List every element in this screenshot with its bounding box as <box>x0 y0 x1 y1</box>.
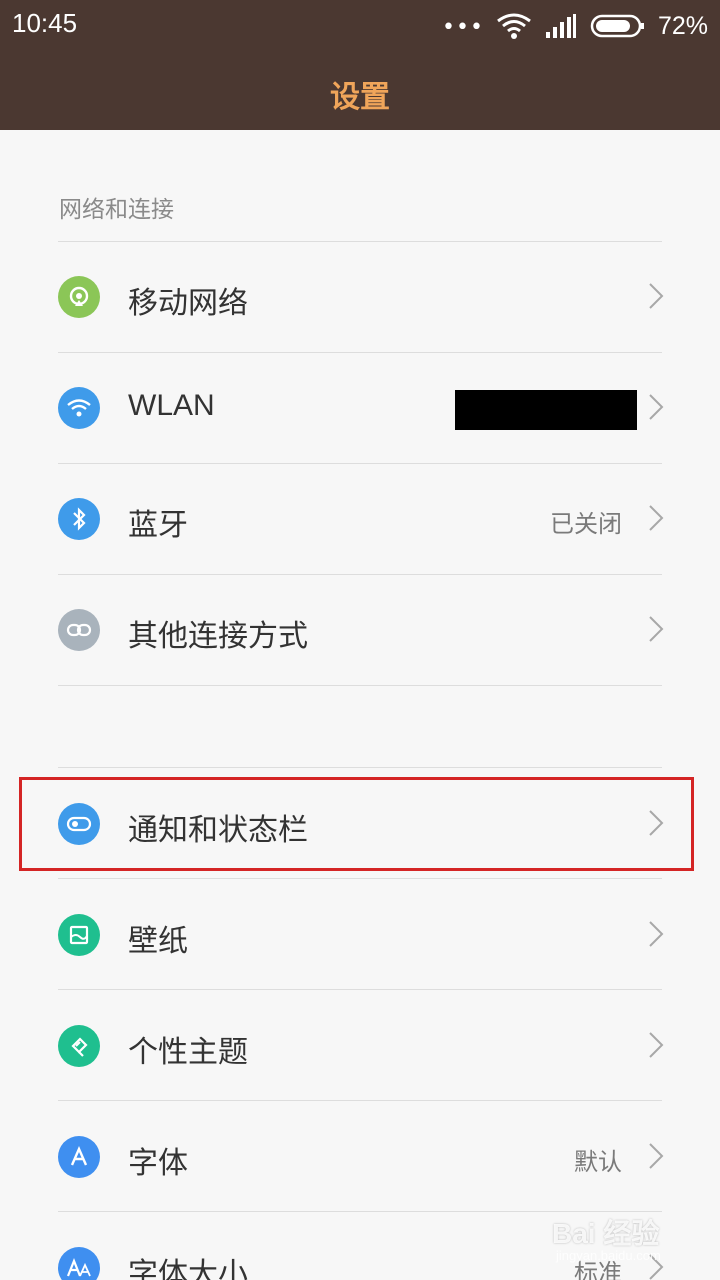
setting-label: WLAN <box>128 389 215 422</box>
more-notifications-icon: ••• <box>442 15 484 40</box>
setting-value: 已关闭 <box>550 510 622 538</box>
status-icons: ••• 72% <box>442 8 708 44</box>
setting-label: 字体大小 <box>128 1257 248 1280</box>
theme-icon <box>58 1025 100 1067</box>
highlight-box <box>19 777 694 871</box>
cell-signal-icon <box>545 14 576 38</box>
watermark-url: jingyan.baidu.com <box>556 1248 661 1263</box>
setting-wallpaper[interactable]: 壁纸 <box>0 880 720 990</box>
setting-label: 个性主题 <box>128 1035 248 1070</box>
mobile-network-icon <box>58 276 100 318</box>
battery-percent: 72% <box>657 11 708 40</box>
status-time: 10:45 <box>12 8 78 38</box>
chevron-right-icon <box>649 1143 664 1169</box>
font-icon <box>58 1136 100 1178</box>
bluetooth-icon <box>58 498 100 540</box>
wifi-signal-icon <box>497 13 531 39</box>
setting-label: 其他连接方式 <box>128 619 308 654</box>
wlan-icon <box>58 387 100 429</box>
other-connection-icon <box>58 609 100 651</box>
battery-icon <box>590 14 644 38</box>
wallpaper-icon <box>58 914 100 956</box>
setting-label: 壁纸 <box>128 924 188 959</box>
divider <box>58 767 662 768</box>
font-size-icon <box>58 1247 100 1280</box>
watermark-logo: Bai 经验 <box>552 1218 660 1249</box>
title-bar: 设置 <box>0 52 720 130</box>
chevron-right-icon <box>649 616 664 642</box>
section-header-network: 网络和连接 <box>59 197 174 223</box>
setting-bluetooth[interactable]: 蓝牙 已关闭 <box>0 464 720 574</box>
redacted-network-name <box>455 390 637 430</box>
setting-label: 移动网络 <box>128 286 248 321</box>
setting-font[interactable]: 字体 默认 <box>0 1102 720 1212</box>
status-bar: 10:45 ••• 72% <box>0 0 720 52</box>
page-title: 设置 <box>330 80 390 115</box>
setting-value: 默认 <box>574 1148 622 1176</box>
setting-label: 字体 <box>128 1146 188 1181</box>
setting-theme[interactable]: 个性主题 <box>0 991 720 1101</box>
divider <box>58 685 662 686</box>
chevron-right-icon <box>649 1032 664 1058</box>
chevron-right-icon <box>649 283 664 309</box>
setting-mobile-network[interactable]: 移动网络 <box>0 242 720 352</box>
setting-other-connections[interactable]: 其他连接方式 <box>0 575 720 685</box>
setting-label: 蓝牙 <box>128 508 188 543</box>
chevron-right-icon <box>649 921 664 947</box>
chevron-right-icon <box>649 505 664 531</box>
chevron-right-icon <box>649 394 664 420</box>
